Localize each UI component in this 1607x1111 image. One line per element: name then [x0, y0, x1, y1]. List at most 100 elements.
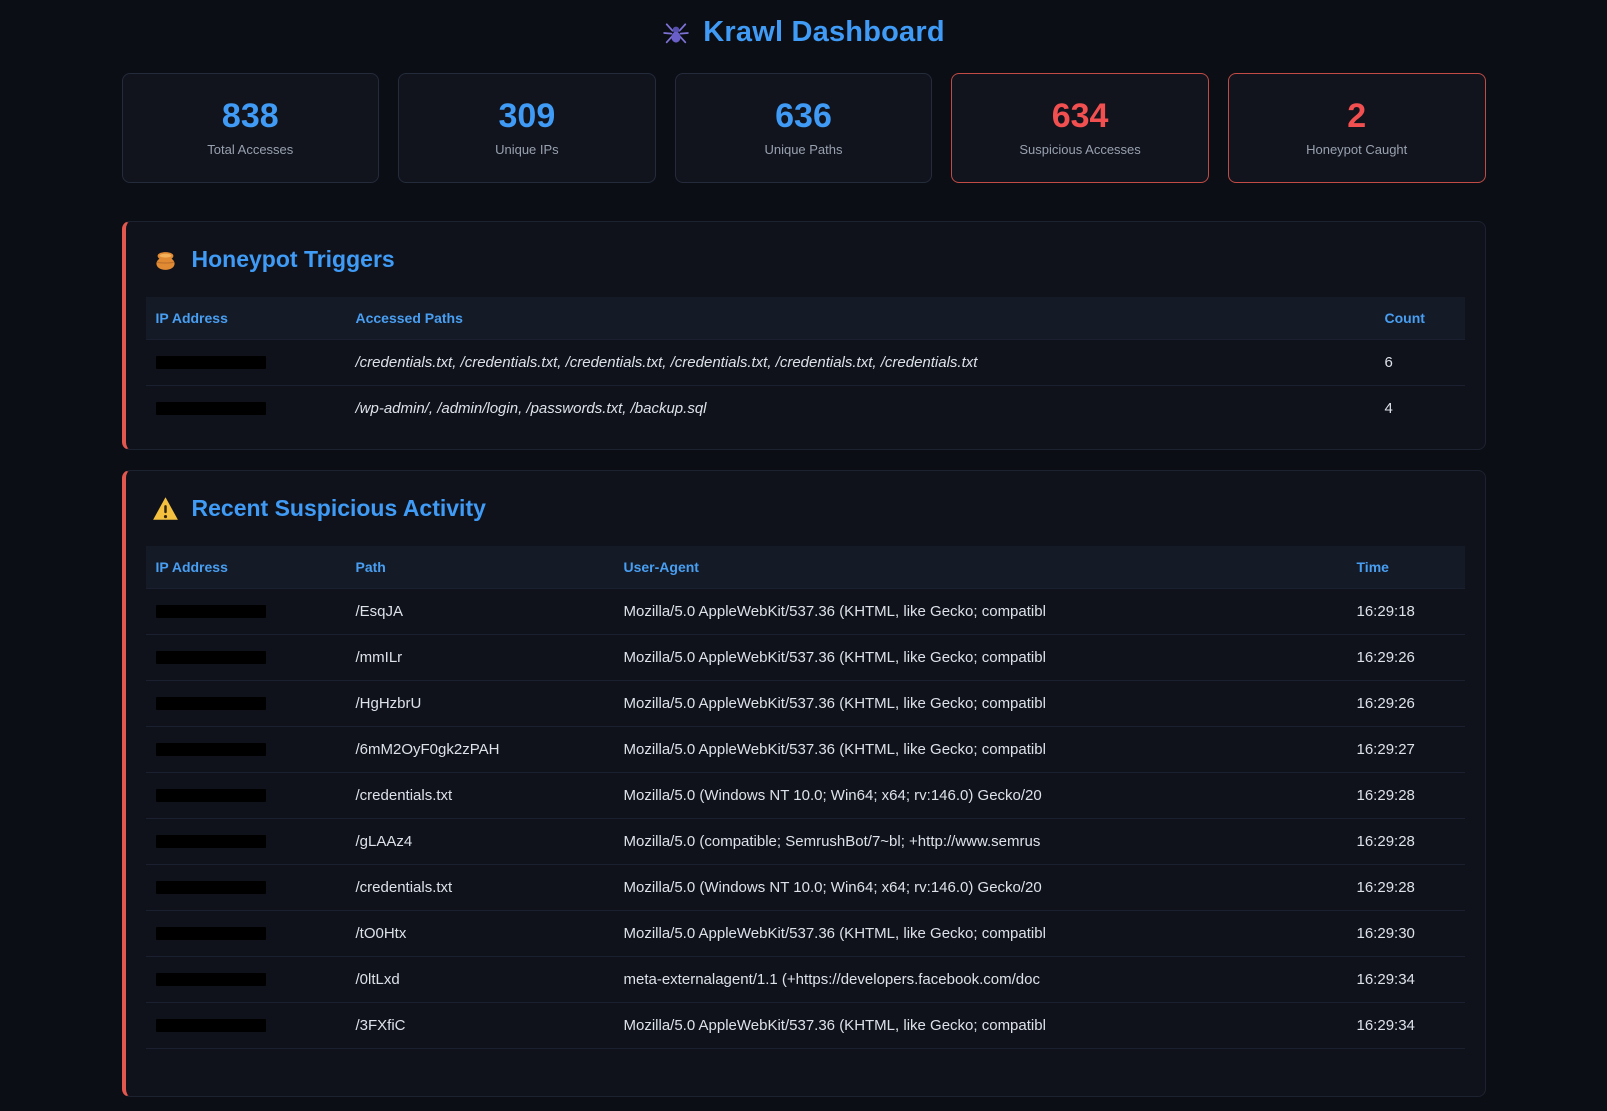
path-cell: /EsqJA [346, 589, 614, 635]
redacted-ip [156, 402, 266, 415]
column-header-path: Path [346, 546, 614, 589]
user-agent-cell: Mozilla/5.0 AppleWebKit/537.36 (KHTML, l… [614, 635, 1347, 681]
honeypot-table-row: /wp-admin/, /admin/login, /passwords.txt… [146, 386, 1465, 432]
stat-card-honeypot-caught: 2 Honeypot Caught [1228, 73, 1486, 183]
stat-label: Unique Paths [764, 142, 842, 157]
suspicious-table-row: /0ltLxd meta-externalagent/1.1 (+https:/… [146, 957, 1465, 1003]
column-header-time: Time [1347, 546, 1465, 589]
dashboard-container: Krawl Dashboard 838 Total Accesses 309 U… [122, 0, 1486, 1097]
suspicious-table-row: /mmILr Mozilla/5.0 AppleWebKit/537.36 (K… [146, 635, 1465, 681]
redacted-ip [156, 356, 266, 369]
accessed-paths-cell: /wp-admin/, /admin/login, /passwords.txt… [346, 386, 1375, 432]
path-cell: /6mM2OyF0gk2zPAH [346, 727, 614, 773]
ip-cell [146, 773, 346, 819]
time-cell: 16:29:26 [1347, 635, 1465, 681]
accessed-paths-cell: /credentials.txt, /credentials.txt, /cre… [346, 340, 1375, 386]
stats-row: 838 Total Accesses 309 Unique IPs 636 Un… [122, 73, 1486, 183]
stat-value: 636 [775, 99, 832, 133]
stat-card-suspicious-accesses: 634 Suspicious Accesses [951, 73, 1209, 183]
suspicious-activity-panel: Recent Suspicious Activity IP Address Pa… [122, 470, 1486, 1097]
ip-cell [146, 865, 346, 911]
suspicious-table-row: /credentials.txt Mozilla/5.0 (Windows NT… [146, 773, 1465, 819]
time-cell: 16:29:26 [1347, 681, 1465, 727]
user-agent-cell: Mozilla/5.0 AppleWebKit/537.36 (KHTML, l… [614, 681, 1347, 727]
stat-card-unique-paths: 636 Unique Paths [675, 73, 933, 183]
redacted-ip [156, 881, 266, 894]
path-cell: /credentials.txt [346, 773, 614, 819]
honeypot-table-row: /credentials.txt, /credentials.txt, /cre… [146, 340, 1465, 386]
stat-label: Total Accesses [207, 142, 293, 157]
redacted-ip [156, 927, 266, 940]
honeypot-table-header-row: IP Address Accessed Paths Count [146, 297, 1465, 340]
column-header-ip: IP Address [146, 546, 346, 589]
redacted-ip [156, 835, 266, 848]
column-header-ip: IP Address [146, 297, 346, 340]
user-agent-cell: Mozilla/5.0 AppleWebKit/537.36 (KHTML, l… [614, 1003, 1347, 1049]
suspicious-table-row: /gLAAz4 Mozilla/5.0 (compatible; Semrush… [146, 819, 1465, 865]
honeypot-table: IP Address Accessed Paths Count /credent… [146, 297, 1465, 431]
suspicious-panel-header: Recent Suspicious Activity [152, 495, 1465, 522]
user-agent-cell: Mozilla/5.0 (compatible; SemrushBot/7~bl… [614, 819, 1347, 865]
redacted-ip [156, 743, 266, 756]
stat-card-total-accesses: 838 Total Accesses [122, 73, 380, 183]
ip-cell [146, 635, 346, 681]
suspicious-table-row: /EsqJA Mozilla/5.0 AppleWebKit/537.36 (K… [146, 589, 1465, 635]
time-cell: 16:29:34 [1347, 1003, 1465, 1049]
redacted-ip [156, 973, 266, 986]
suspicious-table-row: /HgHzbrU Mozilla/5.0 AppleWebKit/537.36 … [146, 681, 1465, 727]
ip-cell [146, 819, 346, 865]
path-cell: /3FXfiC [346, 1003, 614, 1049]
ip-cell [146, 957, 346, 1003]
suspicious-table-row: /6mM2OyF0gk2zPAH Mozilla/5.0 AppleWebKit… [146, 727, 1465, 773]
user-agent-cell: Mozilla/5.0 AppleWebKit/537.36 (KHTML, l… [614, 727, 1347, 773]
ip-cell [146, 1003, 346, 1049]
path-cell: /mmILr [346, 635, 614, 681]
column-header-count: Count [1375, 297, 1465, 340]
redacted-ip [156, 651, 266, 664]
ip-cell [146, 681, 346, 727]
time-cell: 16:29:30 [1347, 911, 1465, 957]
stat-value: 838 [222, 99, 279, 133]
redacted-ip [156, 1019, 266, 1032]
user-agent-cell: Mozilla/5.0 AppleWebKit/537.36 (KHTML, l… [614, 911, 1347, 957]
honeypot-icon [152, 246, 179, 273]
column-header-accessed-paths: Accessed Paths [346, 297, 1375, 340]
time-cell: 16:29:28 [1347, 819, 1465, 865]
stat-value: 309 [499, 99, 556, 133]
stat-value: 2 [1347, 99, 1366, 133]
count-cell: 4 [1375, 386, 1465, 432]
stat-label: Unique IPs [495, 142, 559, 157]
stat-value: 634 [1052, 99, 1109, 133]
time-cell: 16:29:27 [1347, 727, 1465, 773]
suspicious-panel-title: Recent Suspicious Activity [192, 495, 486, 522]
user-agent-cell: Mozilla/5.0 AppleWebKit/537.36 (KHTML, l… [614, 589, 1347, 635]
suspicious-table-row: /credentials.txt Mozilla/5.0 (Windows NT… [146, 865, 1465, 911]
redacted-ip [156, 789, 266, 802]
user-agent-cell: Mozilla/5.0 (Windows NT 10.0; Win64; x64… [614, 773, 1347, 819]
page-header: Krawl Dashboard [122, 0, 1486, 73]
ip-cell [146, 911, 346, 957]
ip-cell [146, 340, 346, 386]
user-agent-cell: Mozilla/5.0 (Windows NT 10.0; Win64; x64… [614, 865, 1347, 911]
ip-cell [146, 589, 346, 635]
time-cell: 16:29:28 [1347, 865, 1465, 911]
redacted-ip [156, 697, 266, 710]
redacted-ip [156, 605, 266, 618]
column-header-user-agent: User-Agent [614, 546, 1347, 589]
warning-icon [152, 496, 179, 521]
page-title: Krawl Dashboard [703, 16, 945, 49]
time-cell: 16:29:18 [1347, 589, 1465, 635]
honeypot-triggers-panel: Honeypot Triggers IP Address Accessed Pa… [122, 221, 1486, 450]
path-cell: /HgHzbrU [346, 681, 614, 727]
honeypot-panel-title: Honeypot Triggers [192, 246, 395, 273]
stat-label: Suspicious Accesses [1019, 142, 1140, 157]
suspicious-table-row: /tO0Htx Mozilla/5.0 AppleWebKit/537.36 (… [146, 911, 1465, 957]
path-cell: /tO0Htx [346, 911, 614, 957]
honeypot-panel-header: Honeypot Triggers [152, 246, 1465, 273]
suspicious-table-header-row: IP Address Path User-Agent Time [146, 546, 1465, 589]
stat-label: Honeypot Caught [1306, 142, 1407, 157]
table-row-cutoff [146, 1048, 1465, 1078]
user-agent-cell: meta-externalagent/1.1 (+https://develop… [614, 957, 1347, 1003]
path-cell: /credentials.txt [346, 865, 614, 911]
path-cell: /gLAAz4 [346, 819, 614, 865]
